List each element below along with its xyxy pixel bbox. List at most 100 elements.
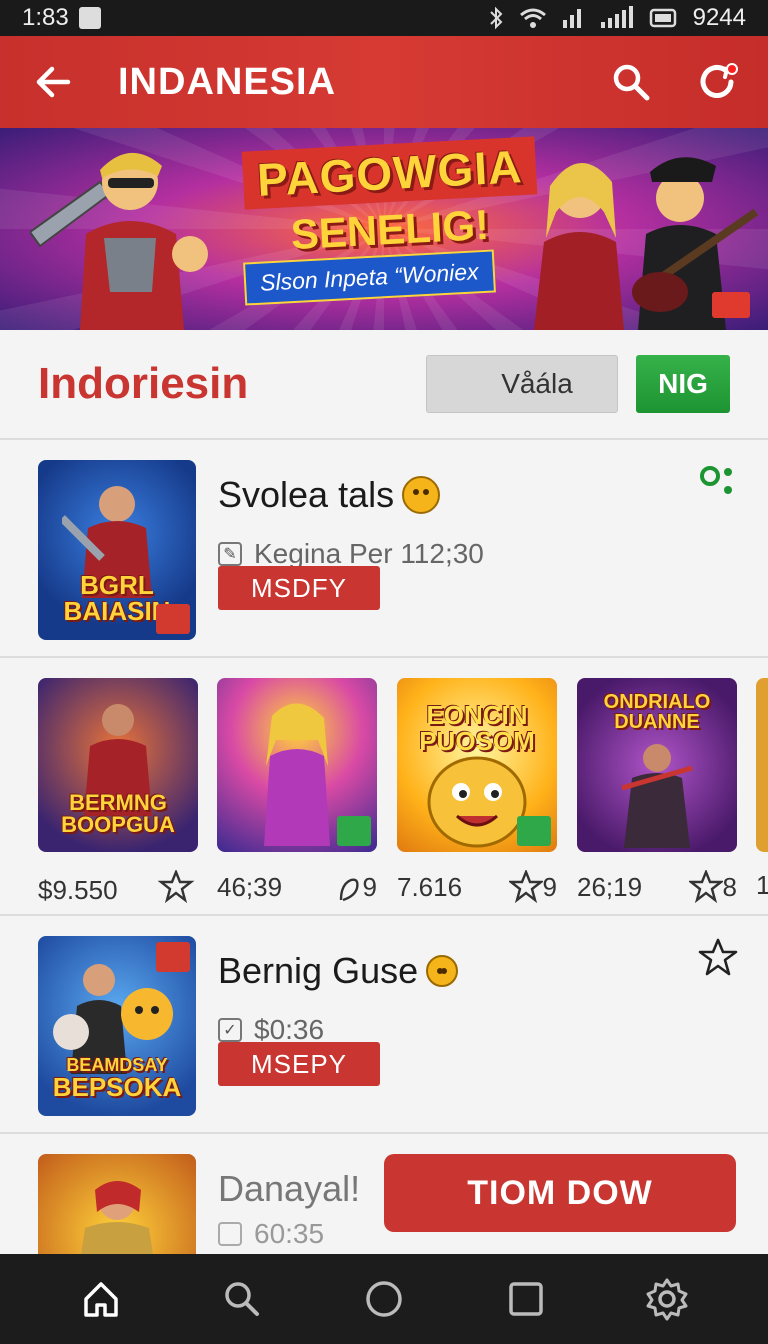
list-item[interactable]: BGRL BAIASIN Svolea tals ✎ Kegina Per 11… xyxy=(0,440,768,658)
go-button[interactable]: NIG xyxy=(636,355,730,413)
tile-badge xyxy=(517,816,551,846)
thumb-badge xyxy=(156,604,190,634)
carousel-tile[interactable]: 46;39 9 xyxy=(217,678,377,902)
item-meta-row: 60:35 xyxy=(218,1218,324,1250)
back-arrow-icon xyxy=(36,66,71,98)
nav-search[interactable] xyxy=(212,1269,272,1329)
tile-meta-row: $9.550 xyxy=(38,868,198,911)
stat-label: 9 xyxy=(362,871,377,902)
tile-value: 1 xyxy=(756,870,768,901)
thumb-caption-line-2: BEPSOKA xyxy=(52,1072,182,1102)
tile-value: $9.550 xyxy=(38,875,118,905)
tile-caption: ONDRIALO DUANNE xyxy=(603,691,711,733)
emoji-icon xyxy=(426,955,459,987)
circle-icon xyxy=(366,1281,402,1317)
header-actions xyxy=(608,59,740,105)
character-figure xyxy=(621,744,693,848)
tile-meta-row: 26;19 8 xyxy=(577,870,737,904)
banner-headline: PAGOWGIA SENELIG! xyxy=(220,136,560,258)
section-header: Indoriesin Våála NIG xyxy=(0,330,768,440)
tile-value: 26;19 xyxy=(577,871,643,902)
carousel-tile[interactable]: ONDRIALO DUANNE 26;19 8 xyxy=(577,678,737,904)
status-time: 1:83 xyxy=(22,4,69,31)
notification-dot xyxy=(726,63,738,75)
status-bar: 1:83 9244 xyxy=(0,0,768,36)
item-meta: 60:35 xyxy=(254,1218,325,1249)
tile-value: 7.616 xyxy=(397,871,463,902)
settings-icon xyxy=(646,1278,688,1321)
status-time-group: 1:83 xyxy=(22,4,101,32)
banner-headline-1: PAGOWGIA xyxy=(242,136,538,210)
tile-value: 46;39 xyxy=(217,871,283,902)
item-name: Svolea tals xyxy=(218,474,395,515)
carousel-tile[interactable]: EONCIN PUOSOM 7.616 9 xyxy=(397,678,557,904)
carousel-tile[interactable]: BERMNG BOOPGUA $9.550 xyxy=(38,678,198,905)
tile-art: BERMNG BOOPGUA xyxy=(38,678,198,852)
signal-icon xyxy=(600,6,633,28)
nav-settings[interactable] xyxy=(637,1269,697,1329)
star-icon[interactable]: 9 xyxy=(508,870,557,904)
star-label: 8 xyxy=(722,871,737,902)
checkbox-icon xyxy=(218,1222,242,1246)
search-icon xyxy=(613,64,650,101)
bluetooth-icon xyxy=(489,6,503,30)
item-action-button[interactable]: MSDFY xyxy=(218,566,380,610)
refresh-button[interactable] xyxy=(694,59,740,105)
banner-corner-badge xyxy=(712,292,750,318)
tile-art: ONDRIALO DUANNE xyxy=(577,678,737,852)
star-icon xyxy=(698,938,738,976)
back-button[interactable] xyxy=(28,57,78,107)
star-label: 9 xyxy=(542,871,557,902)
thumb-caption-line-1: BGRL xyxy=(80,570,154,600)
tile-art: EONCIN PUOSOM xyxy=(397,678,557,852)
app-root: 1:83 9244 INDANESIA PAGOWGIA SENELIG! Sl… xyxy=(0,0,768,1344)
search-icon xyxy=(225,1282,260,1316)
carousel-tile[interactable]: 1 xyxy=(756,678,768,901)
stat-icon[interactable]: 9 xyxy=(337,870,377,904)
nav-circle[interactable] xyxy=(354,1269,414,1329)
notification-icon xyxy=(78,7,101,29)
bottom-nav xyxy=(0,1254,768,1344)
star-icon[interactable]: 8 xyxy=(688,870,737,904)
share-button[interactable] xyxy=(696,460,740,504)
favorite-button[interactable] xyxy=(696,936,740,980)
item-thumbnail[interactable]: BGRL BAIASIN xyxy=(38,460,196,640)
tile-meta-row: 7.616 9 xyxy=(397,870,557,904)
share-icon xyxy=(700,466,732,494)
checkbox-icon: ✓ xyxy=(218,1018,242,1042)
square-icon xyxy=(508,1282,543,1316)
hero-left-illustration xyxy=(30,152,208,330)
page-title: INDANESIA xyxy=(118,60,337,103)
item-action-button[interactable]: MSEPY xyxy=(218,1042,380,1086)
app-header: INDANESIA xyxy=(0,36,768,128)
edit-icon: ✎ xyxy=(218,542,242,566)
filter-dropdown[interactable]: Våála xyxy=(426,355,618,413)
item-name-row: Svolea tals xyxy=(218,474,441,516)
list-item[interactable]: BEAMDSAY BEPSOKA Bernig Guse ✓ $0:36 MSE… xyxy=(0,916,768,1134)
status-right: 9244 xyxy=(487,4,746,32)
star-icon[interactable] xyxy=(157,868,198,911)
character-figure xyxy=(264,703,330,846)
tile-art xyxy=(217,678,377,852)
home-icon xyxy=(84,1282,118,1317)
game-carousel[interactable]: BERMNG BOOPGUA $9.550 46;39 9 EONCIN PUO… xyxy=(0,658,768,916)
tile-meta-row: 46;39 9 xyxy=(217,870,377,904)
section-title: Indoriesin xyxy=(38,359,249,408)
promo-banner[interactable]: PAGOWGIA SENELIG! Slson Inpeta “Woniex xyxy=(0,128,768,330)
mobile-data-icon xyxy=(562,9,581,28)
nav-home[interactable] xyxy=(71,1269,131,1329)
tile-art xyxy=(756,678,768,852)
thumb-badge xyxy=(156,942,190,972)
item-name-row: Bernig Guse xyxy=(218,950,459,992)
item-name: Bernig Guse xyxy=(218,950,419,991)
primary-cta-button[interactable]: TIOM DOW xyxy=(384,1154,736,1232)
item-thumbnail[interactable]: BEAMDSAY BEPSOKA xyxy=(38,936,196,1116)
emoji-icon xyxy=(402,476,441,514)
thumb-art: BEAMDSAY BEPSOKA xyxy=(38,936,196,1116)
thumb-caption: BEAMDSAY BEPSOKA xyxy=(38,1056,196,1100)
nav-square[interactable] xyxy=(496,1269,556,1329)
battery-icon xyxy=(649,8,676,28)
search-button[interactable] xyxy=(608,59,654,105)
tile-badge xyxy=(337,816,371,846)
wifi-icon xyxy=(519,8,546,28)
